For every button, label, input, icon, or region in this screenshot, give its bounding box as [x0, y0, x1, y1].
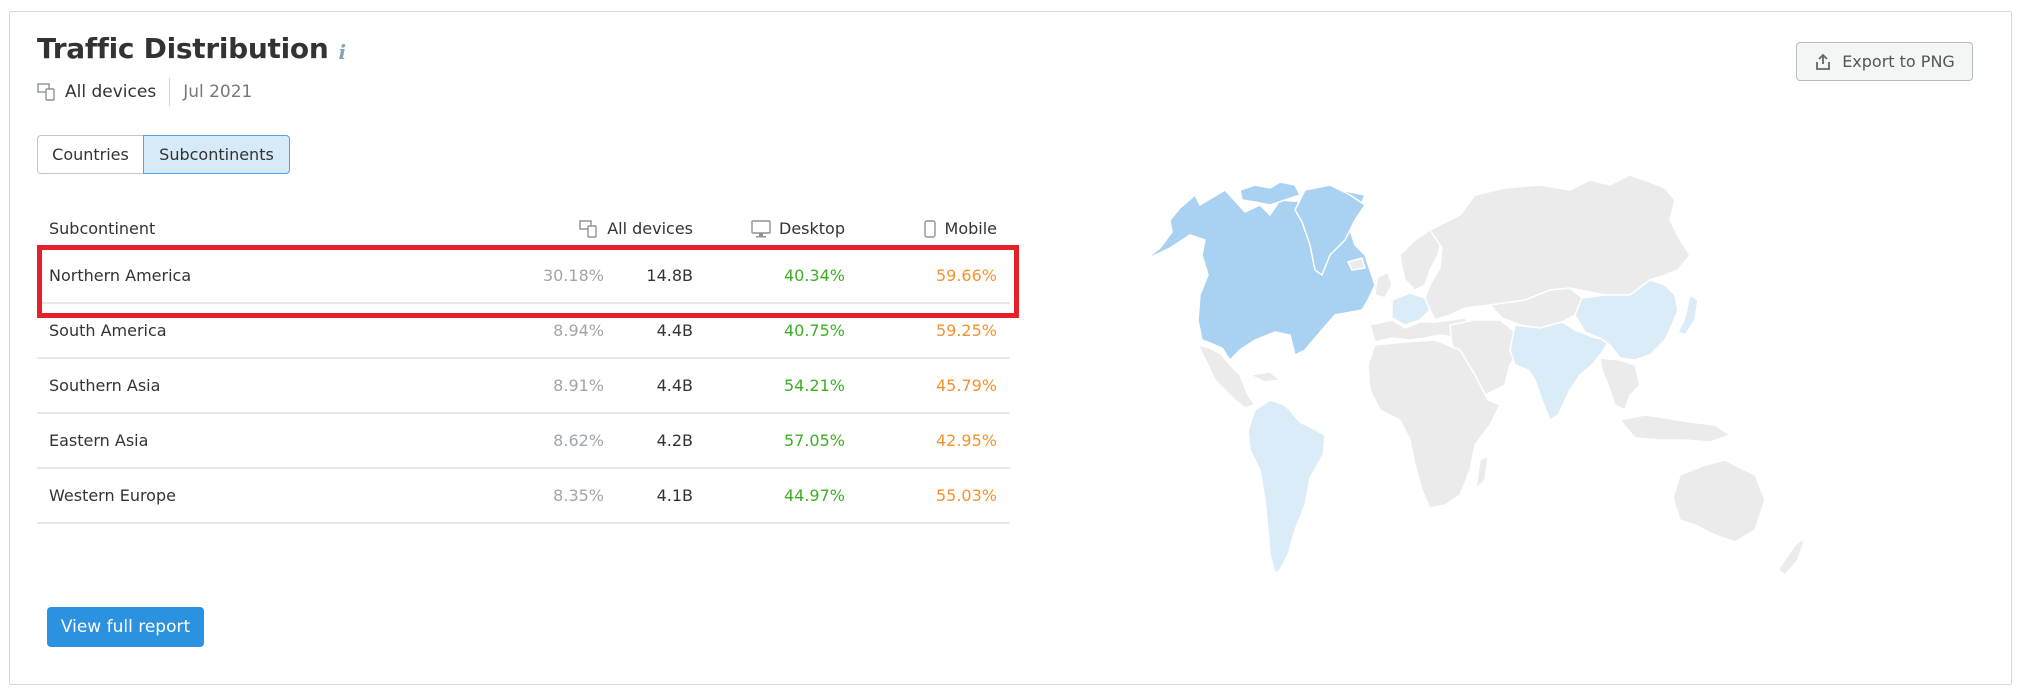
view-toggle: Countries Subcontinents	[37, 135, 290, 174]
subcontinent-name[interactable]: South America	[49, 321, 167, 340]
devices-label: All devices	[65, 82, 157, 102]
map-region-japan[interactable]	[1676, 293, 1699, 336]
info-icon[interactable]: i	[338, 42, 346, 62]
title-row: Traffic Distribution i	[37, 32, 346, 65]
table-row[interactable]: Southern Asia 8.91% 4.4B 54.21% 45.79%	[37, 359, 1010, 414]
mobile-share: 59.66%	[935, 266, 997, 285]
desktop-share: 44.97%	[783, 486, 845, 505]
mobile-share: 45.79%	[935, 376, 997, 395]
tab-subcontinents[interactable]: Subcontinents	[143, 135, 290, 174]
date-label: Jul 2021	[183, 82, 253, 102]
view-full-report-button[interactable]: View full report	[47, 607, 204, 647]
map-region-new-zealand[interactable]	[1776, 536, 1807, 577]
traffic-share: 8.35%	[553, 486, 604, 505]
map-region-maritime-asia[interactable]	[1618, 414, 1732, 443]
desktop-share: 40.34%	[783, 266, 845, 285]
traffic-share: 8.94%	[553, 321, 604, 340]
desktop-share: 40.75%	[783, 321, 845, 340]
table-row[interactable]: Northern America 30.18% 14.8B 40.34% 59.…	[37, 249, 1010, 304]
subcontinent-name[interactable]: Eastern Asia	[49, 431, 148, 450]
meta-divider	[169, 78, 171, 106]
desktop-header-label: Desktop	[779, 219, 845, 238]
column-header-all-devices[interactable]: All devices	[579, 219, 693, 238]
map-region-caribbean[interactable]	[1247, 371, 1282, 383]
mobile-share: 55.03%	[935, 486, 997, 505]
traffic-value: 4.4B	[656, 321, 693, 340]
desktop-share: 57.05%	[783, 431, 845, 450]
tab-countries[interactable]: Countries	[37, 135, 143, 174]
meta-row: All devices Jul 2021	[37, 78, 252, 106]
desktop-share: 54.21%	[783, 376, 845, 395]
column-header-desktop[interactable]: Desktop	[751, 219, 845, 238]
desktop-icon	[751, 219, 771, 237]
widget-title: Traffic Distribution	[37, 32, 329, 65]
traffic-share: 8.91%	[553, 376, 604, 395]
subcontinent-name[interactable]: Western Europe	[49, 486, 176, 505]
subcontinent-table: Subcontinent All devices Desktop Mobile …	[37, 209, 1010, 524]
all-devices-header-label: All devices	[607, 219, 693, 238]
traffic-value: 4.4B	[656, 376, 693, 395]
traffic-value: 4.1B	[656, 486, 693, 505]
table-row[interactable]: Eastern Asia 8.62% 4.2B 57.05% 42.95%	[37, 414, 1010, 469]
mobile-share: 59.25%	[935, 321, 997, 340]
column-header-subcontinent[interactable]: Subcontinent	[49, 219, 155, 238]
traffic-value: 14.8B	[646, 266, 693, 285]
traffic-value: 4.2B	[656, 431, 693, 450]
mobile-share: 42.95%	[935, 431, 997, 450]
all-devices-icon	[579, 219, 597, 238]
export-icon	[1816, 53, 1831, 70]
traffic-share: 8.62%	[553, 431, 604, 450]
map-region-southeast-asia[interactable]	[1599, 357, 1641, 412]
mobile-icon	[923, 219, 936, 238]
table-row[interactable]: Western Europe 8.35% 4.1B 44.97% 55.03%	[37, 469, 1010, 524]
subcontinent-name[interactable]: Southern Asia	[49, 376, 160, 395]
table-header: Subcontinent All devices Desktop Mobile	[37, 209, 1010, 249]
export-to-png-button[interactable]: Export to PNG	[1796, 42, 1973, 81]
column-header-mobile[interactable]: Mobile	[923, 219, 997, 238]
all-devices-icon	[37, 83, 55, 101]
export-label: Export to PNG	[1842, 52, 1955, 71]
traffic-share: 30.18%	[542, 266, 604, 285]
map-region-south-america[interactable]	[1247, 399, 1326, 575]
mobile-header-label: Mobile	[944, 219, 997, 238]
world-map	[1144, 174, 1807, 577]
subcontinent-name[interactable]: Northern America	[49, 266, 191, 285]
map-region-australia[interactable]	[1672, 459, 1766, 543]
table-row[interactable]: South America 8.94% 4.4B 40.75% 59.25%	[37, 304, 1010, 359]
map-region-uk[interactable]	[1374, 270, 1393, 299]
map-region-madagascar[interactable]	[1474, 454, 1489, 490]
